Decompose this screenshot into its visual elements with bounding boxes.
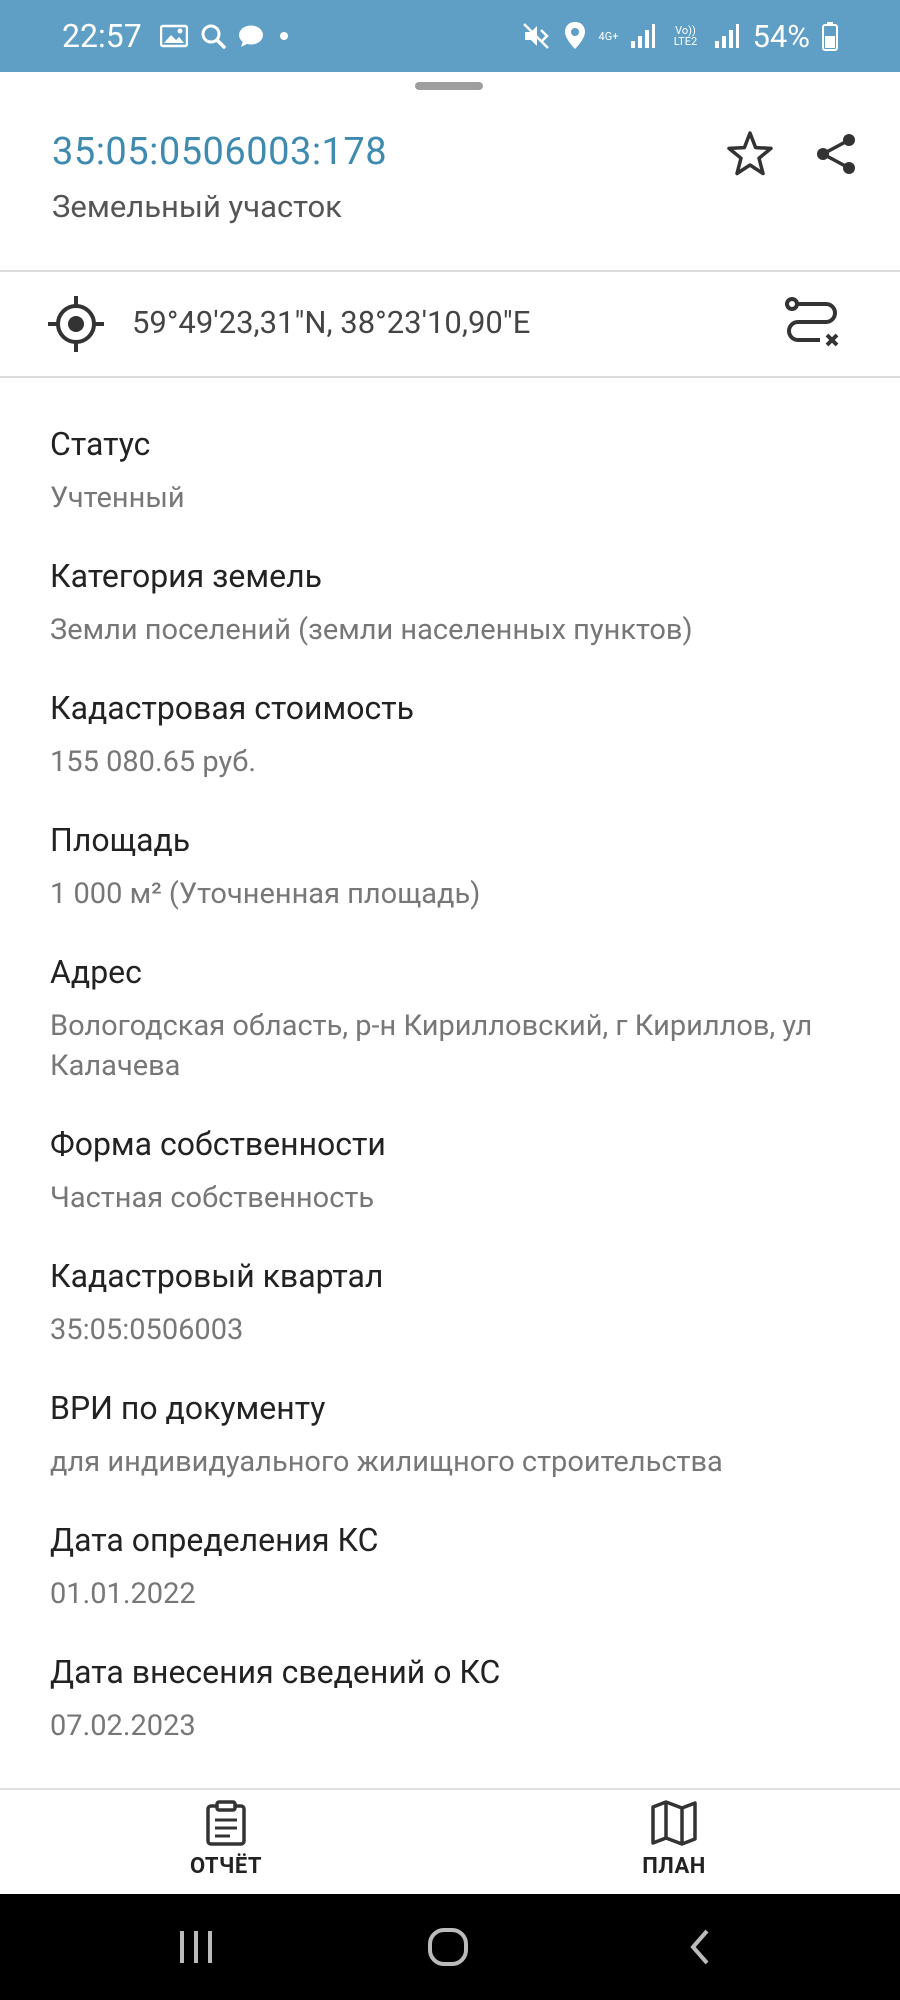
map-icon — [651, 1800, 697, 1846]
report-label: ОТЧЁТ — [189, 1854, 263, 1879]
attribute-value: 1 000 м² (Уточненная площадь) — [50, 877, 481, 911]
attribute-cadastral-quarter: Кадастровый квартал 35:05:0506003 — [50, 1256, 890, 1350]
status-bar-right: 4G+ Vo)) LTE2 54% — [521, 18, 838, 55]
attribute-value: Вологодская область, р-н Кирилловский, г… — [50, 1009, 813, 1083]
attribute-label: Дата внесения сведений о КС — [50, 1653, 501, 1691]
attribute-label: Категория земель — [50, 557, 322, 595]
attribute-value: Частная собственность — [50, 1181, 375, 1215]
attribute-value: 01.01.2022 — [50, 1577, 196, 1611]
recent-apps-icon — [180, 1931, 212, 1963]
sheet-drag-handle[interactable] — [415, 82, 483, 90]
attribute-value: для индивидуального жилищного строительс… — [50, 1445, 723, 1479]
route-button[interactable] — [780, 292, 844, 356]
attribute-status: Статус Учтенный — [50, 424, 890, 518]
attribute-value: Учтенный — [50, 481, 185, 515]
home-button[interactable] — [418, 1922, 478, 1972]
coordinates-row: 59°49'23,31"N, 38°23'10,90"E — [0, 272, 900, 376]
attribute-label: Площадь — [50, 821, 191, 859]
attribute-land-category: Категория земель Земли поселений (земли … — [50, 556, 890, 650]
attribute-permitted-use: ВРИ по документу для индивидуального жил… — [50, 1388, 890, 1482]
attribute-area: Площадь 1 000 м² (Уточненная площадь) — [50, 820, 890, 914]
plan-button[interactable]: ПЛАН — [594, 1800, 754, 1890]
attribute-valuation-date: Дата определения КС 01.01.2022 — [50, 1520, 890, 1614]
signal-icon — [714, 23, 740, 49]
battery-icon — [822, 21, 838, 51]
status-time: 22:57 — [62, 17, 142, 55]
coordinates-text[interactable]: 59°49'23,31"N, 38°23'10,90"E — [132, 304, 530, 341]
battery-percent: 54% — [752, 17, 810, 55]
favorite-button[interactable] — [722, 126, 778, 182]
mute-icon — [521, 21, 551, 51]
back-button[interactable] — [670, 1922, 730, 1972]
location-icon — [563, 21, 587, 51]
target-icon[interactable] — [46, 294, 106, 354]
attribute-value: 155 080.65 руб. — [50, 745, 256, 779]
dot-icon — [276, 28, 292, 44]
network-4g-label: 4G+ — [598, 29, 619, 43]
navigation-bar — [0, 1894, 900, 2000]
report-button[interactable]: ОТЧЁТ — [146, 1800, 306, 1890]
chat-icon — [238, 24, 264, 48]
attributes-list: Статус Учтенный Категория земель Земли п… — [50, 424, 890, 1746]
attribute-value: 35:05:0506003 — [50, 1313, 244, 1347]
attribute-value: Земли поселений (земли населенных пункто… — [50, 613, 693, 647]
attribute-label: Статус — [50, 425, 151, 463]
home-icon — [428, 1928, 468, 1966]
signal-icon — [630, 23, 656, 49]
attribute-entry-date: Дата внесения сведений о КС 07.02.2023 — [50, 1652, 890, 1746]
object-header: 35:05:0506003:178 Земельный участок — [0, 100, 900, 270]
object-type: Земельный участок — [52, 188, 342, 225]
attribute-cadastral-value: Кадастровая стоимость 155 080.65 руб. — [50, 688, 890, 782]
attribute-label: Форма собственности — [50, 1125, 386, 1163]
star-icon — [727, 131, 773, 176]
volte-label: Vo)) LTE2 — [673, 24, 698, 48]
attribute-address: Адрес Вологодская область, р-н Кирилловс… — [50, 952, 890, 1086]
attribute-ownership: Форма собственности Частная собственност… — [50, 1124, 890, 1218]
route-icon — [785, 297, 839, 347]
attribute-label: Дата определения КС — [50, 1521, 379, 1559]
share-icon — [817, 134, 855, 174]
divider — [0, 376, 900, 378]
attribute-label: Адрес — [50, 953, 142, 991]
attribute-label: Кадастровая стоимость — [50, 689, 414, 727]
search-icon — [200, 23, 226, 49]
status-bar-left: 22:57 — [62, 17, 292, 55]
share-button[interactable] — [808, 126, 864, 182]
image-icon — [159, 24, 188, 48]
attribute-label: ВРИ по документу — [50, 1389, 326, 1427]
attribute-label: Кадастровый квартал — [50, 1257, 384, 1295]
status-bar: 22:57 4G+ Vo)) LTE2 54% — [0, 0, 900, 72]
clipboard-icon — [206, 1800, 246, 1846]
plan-label: ПЛАН — [642, 1854, 706, 1879]
bottom-action-bar: ОТЧЁТ ПЛАН — [0, 1788, 900, 1896]
recent-apps-button[interactable] — [166, 1922, 226, 1972]
back-icon — [690, 1929, 709, 1965]
cadastral-number[interactable]: 35:05:0506003:178 — [52, 130, 387, 174]
attribute-value: 07.02.2023 — [50, 1709, 196, 1743]
